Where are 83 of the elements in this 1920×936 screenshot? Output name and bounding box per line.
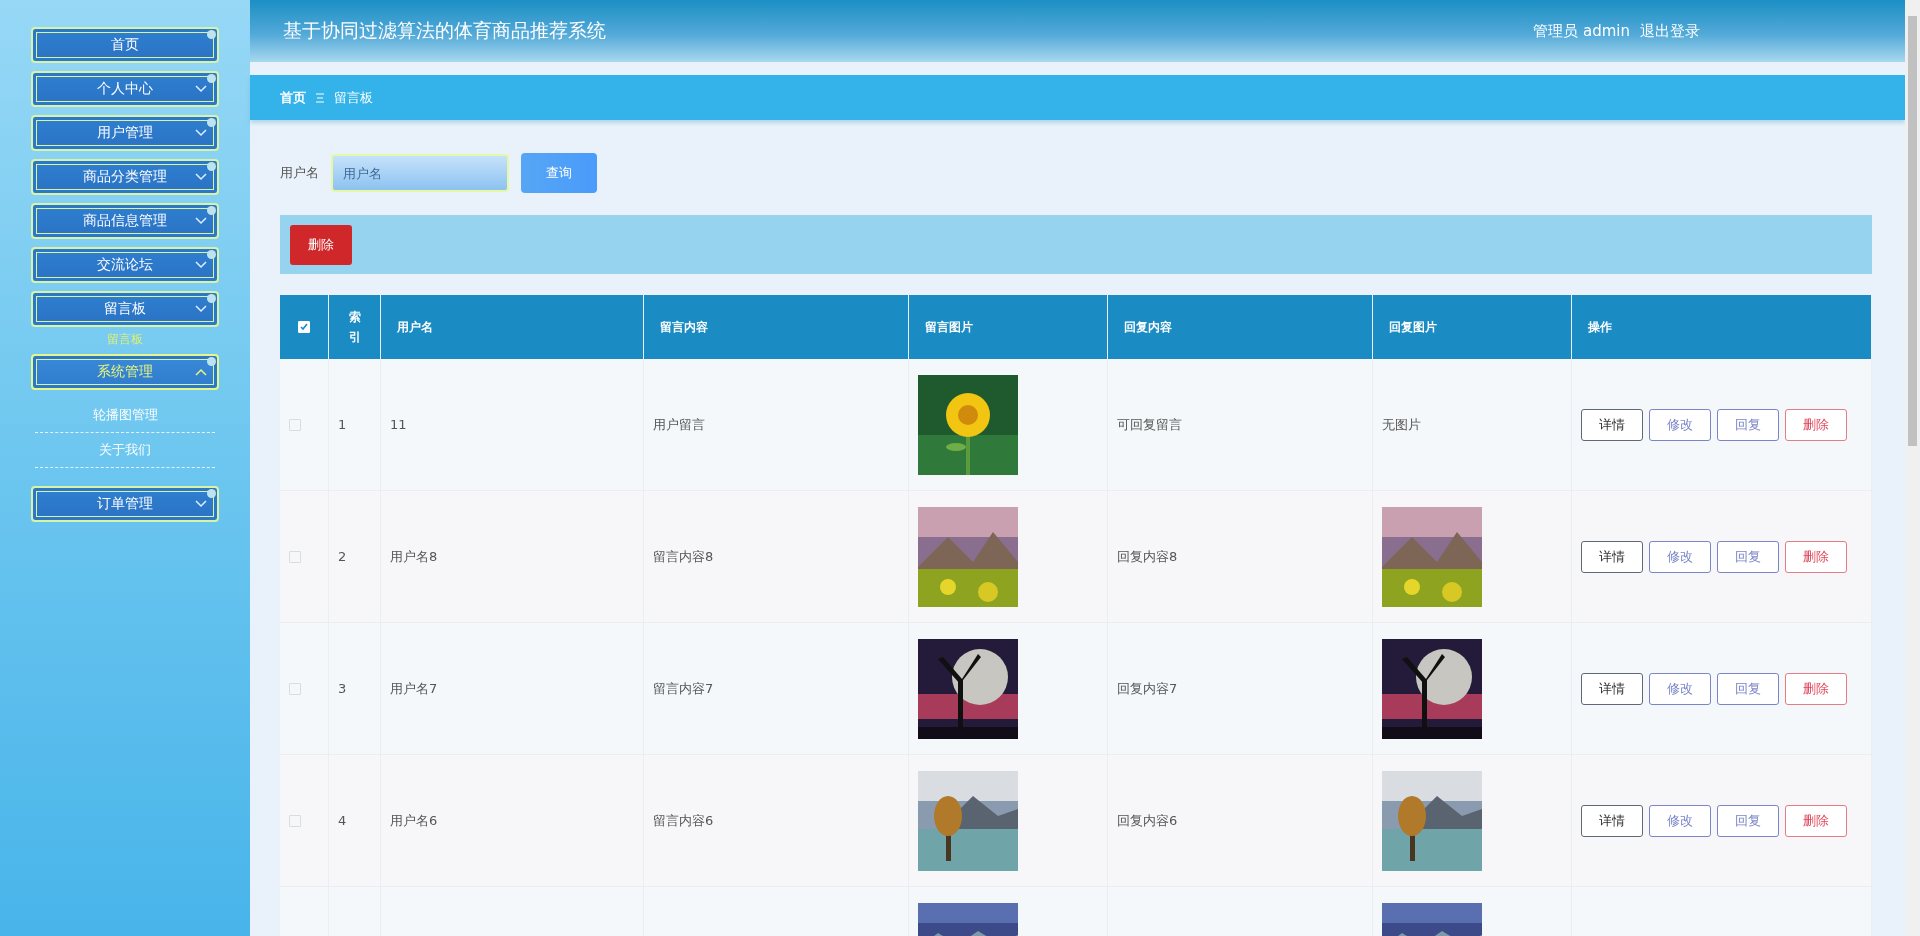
table-cell: 回复内容8 <box>1108 491 1373 623</box>
menu-button[interactable]: 商品分类管理 <box>31 159 219 195</box>
menu-button[interactable]: 订单管理 <box>31 486 219 522</box>
menu-button[interactable]: 首页 <box>31 27 219 63</box>
edit-button[interactable]: 修改 <box>1649 408 1711 441</box>
column-header: 回复图片 <box>1373 295 1572 359</box>
detail-button[interactable]: 详情 <box>1581 540 1643 573</box>
delete-button[interactable]: 删除 <box>1785 672 1847 705</box>
corner-dot-icon <box>207 30 216 39</box>
delete-button[interactable]: 删除 <box>1785 540 1847 573</box>
chevron-down-icon <box>195 305 207 313</box>
chevron-down-icon <box>195 129 207 137</box>
table-cell: 用户名7 <box>381 623 644 755</box>
table-cell: 用户名6 <box>381 755 644 887</box>
checkbox[interactable] <box>289 418 301 431</box>
delete-button[interactable]: 删除 <box>290 224 352 265</box>
edit-button[interactable]: 修改 <box>1649 672 1711 705</box>
column-header: 用户名 <box>381 295 644 359</box>
delete-button[interactable]: 删除 <box>1785 408 1847 441</box>
table-cell: 用户名8 <box>381 491 644 623</box>
check-icon <box>300 323 308 331</box>
detail-button[interactable]: 详情 <box>1581 672 1643 705</box>
corner-dot-icon <box>207 74 216 83</box>
chevron-down-icon <box>195 217 207 225</box>
edit-button[interactable]: 回复 <box>1717 540 1779 573</box>
edit-button[interactable]: 修改 <box>1649 540 1711 573</box>
corner-dot-icon <box>207 162 216 171</box>
menu-button[interactable]: 交流论坛 <box>31 247 219 283</box>
edit-button[interactable]: 修改 <box>1649 804 1711 837</box>
menu-button[interactable]: 商品信息管理 <box>31 203 219 239</box>
corner-dot-icon <box>207 118 216 127</box>
search-field[interactable]: 用户名 <box>331 154 509 192</box>
menu-button[interactable]: 系统管理 <box>31 354 219 390</box>
breadcrumb-link[interactable]: 留言板 <box>334 88 373 107</box>
menu-label: 留言板 <box>107 331 143 348</box>
scrollbar[interactable] <box>1905 0 1920 936</box>
column-header: 操作 <box>1572 295 1872 359</box>
table-cell: 无图片 <box>1373 359 1572 491</box>
logout-link[interactable]: 退出登录 <box>1640 21 1700 41</box>
table-cell: 2 <box>329 491 381 623</box>
column-header: 留言内容 <box>644 295 909 359</box>
table-cell: 4 <box>329 755 381 887</box>
corner-dot-icon <box>207 250 216 259</box>
checkbox[interactable] <box>289 814 301 827</box>
corner-dot-icon <box>207 489 216 498</box>
column-header: 回复内容 <box>1108 295 1373 359</box>
edit-button[interactable]: 回复 <box>1717 408 1779 441</box>
table-cell: 1 <box>329 359 381 491</box>
search-button[interactable]: 查询 <box>521 153 597 193</box>
edit-button[interactable]: 回复 <box>1717 672 1779 705</box>
checkbox[interactable] <box>289 550 301 563</box>
column-header: 索引 <box>329 295 381 359</box>
corner-dot-icon <box>207 357 216 366</box>
column-header: 留言图片 <box>909 295 1108 359</box>
table-cell: 回复内容6 <box>1108 755 1373 887</box>
chevron-down-icon <box>195 173 207 181</box>
table-cell: 用户留言 <box>644 359 909 491</box>
table-cell: 留言内容8 <box>644 491 909 623</box>
menu-button[interactable]: 用户管理 <box>31 115 219 151</box>
delete-button[interactable]: 删除 <box>1785 804 1847 837</box>
breadcrumb-link[interactable]: 首页 <box>280 88 306 107</box>
menu-button[interactable]: 留言板 <box>31 291 219 327</box>
table-cell: 回复内容7 <box>1108 623 1373 755</box>
table-cell: 3 <box>329 623 381 755</box>
table-cell: 11 <box>381 359 644 491</box>
corner-dot-icon <box>207 206 216 215</box>
corner-dot-icon <box>207 294 216 303</box>
table-cell: 留言内容7 <box>644 623 909 755</box>
edit-button[interactable]: 回复 <box>1717 804 1779 837</box>
chevron-down-icon <box>195 261 207 269</box>
checkbox[interactable] <box>289 682 301 695</box>
table-cell: 留言内容6 <box>644 755 909 887</box>
detail-button[interactable]: 详情 <box>1581 804 1643 837</box>
chevron-down-icon <box>195 85 207 93</box>
field-label: 用户名 <box>280 164 319 182</box>
chevron-up-icon <box>195 368 207 376</box>
table-cell: 可回复留言 <box>1108 359 1373 491</box>
chevron-down-icon <box>195 500 207 508</box>
separator-icon <box>316 92 324 103</box>
menu-button[interactable]: 个人中心 <box>31 71 219 107</box>
user-label: 管理员 admin <box>1533 21 1630 41</box>
detail-button[interactable]: 详情 <box>1581 408 1643 441</box>
app-title: 基于协同过滤算法的体育商品推荐系统 <box>283 18 606 43</box>
